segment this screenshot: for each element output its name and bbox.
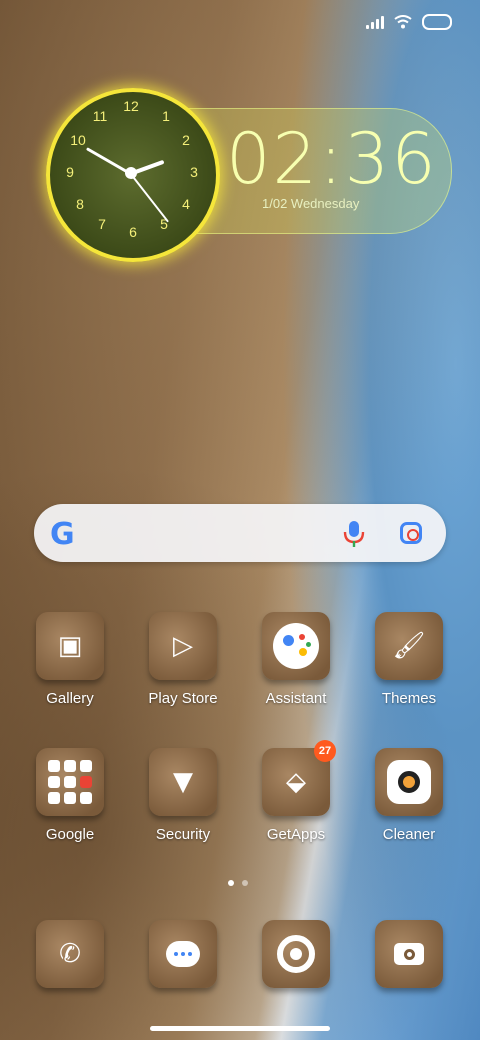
dial-number: 8 xyxy=(76,196,84,212)
page-indicator[interactable] xyxy=(228,880,248,886)
dial-number: 1 xyxy=(162,108,170,124)
google-folder-icon xyxy=(48,760,92,804)
app-label: Assistant xyxy=(265,690,327,707)
app-label: Google xyxy=(45,826,95,843)
chrome-icon xyxy=(277,935,315,973)
dial-number: 7 xyxy=(98,216,106,232)
app-assistant[interactable]: Assistant xyxy=(246,612,346,707)
second-hand xyxy=(129,172,169,223)
getapps-icon: ⬙ xyxy=(286,767,306,797)
play-store-icon: ▷ xyxy=(173,631,193,661)
app-label: Play Store xyxy=(148,690,218,707)
dial-number: 11 xyxy=(92,108,108,124)
app-label: Gallery xyxy=(46,690,94,707)
analog-clock[interactable]: 12 1 2 3 4 5 6 7 8 9 10 11 xyxy=(46,88,220,262)
google-search-bar[interactable]: G xyxy=(34,504,446,562)
dial-number: 10 xyxy=(70,132,86,148)
dial-number: 2 xyxy=(182,132,190,148)
dial-number: 3 xyxy=(190,164,198,180)
app-gallery[interactable]: ▣ Gallery xyxy=(20,612,120,707)
wifi-icon xyxy=(394,15,412,29)
app-label: Security xyxy=(155,826,211,843)
google-logo-icon: G xyxy=(50,517,75,552)
assistant-icon xyxy=(273,623,319,669)
app-play-store[interactable]: ▷ Play Store xyxy=(133,612,233,707)
page-dot xyxy=(242,880,248,886)
date-label: 1/02 Wednesday xyxy=(262,196,360,211)
mic-icon[interactable] xyxy=(342,520,366,548)
messages-icon xyxy=(166,941,200,967)
dock-phone[interactable]: ✆ xyxy=(20,920,120,988)
signal-icon xyxy=(366,15,384,29)
app-themes[interactable]: 🖌 Themes xyxy=(359,612,459,707)
page-dot-active xyxy=(228,880,234,886)
app-google-folder[interactable]: Google xyxy=(20,748,120,843)
security-icon: ▼ xyxy=(173,767,193,797)
notification-badge: 27 xyxy=(314,740,336,762)
app-label: Themes xyxy=(381,690,437,707)
dock-camera[interactable] xyxy=(359,920,459,988)
dial-number: 4 xyxy=(182,196,190,212)
status-bar xyxy=(366,14,452,30)
app-label: Cleaner xyxy=(382,826,436,843)
minute-hand xyxy=(85,147,131,175)
cleaner-icon xyxy=(387,760,431,804)
dock-messages[interactable] xyxy=(133,920,233,988)
dial-number: 12 xyxy=(123,98,139,114)
app-label: GetApps xyxy=(266,826,326,843)
home-gesture-bar[interactable] xyxy=(150,1026,330,1031)
brush-icon: 🖌 xyxy=(392,631,426,661)
battery-icon xyxy=(422,14,452,30)
digital-time: 02:36 xyxy=(226,118,438,200)
dock-chrome[interactable] xyxy=(246,920,346,988)
camera-icon xyxy=(394,943,424,965)
app-security[interactable]: ▼ Security xyxy=(133,748,233,843)
clock-hub xyxy=(125,167,137,179)
phone-icon: ✆ xyxy=(59,939,81,969)
gallery-icon: ▣ xyxy=(57,631,83,661)
dial-number: 9 xyxy=(66,164,74,180)
app-getapps[interactable]: ⬙ 27 GetApps xyxy=(246,740,346,843)
app-cleaner[interactable]: Cleaner xyxy=(359,748,459,843)
dial-number: 6 xyxy=(129,224,137,240)
lens-camera-icon[interactable] xyxy=(400,522,422,544)
